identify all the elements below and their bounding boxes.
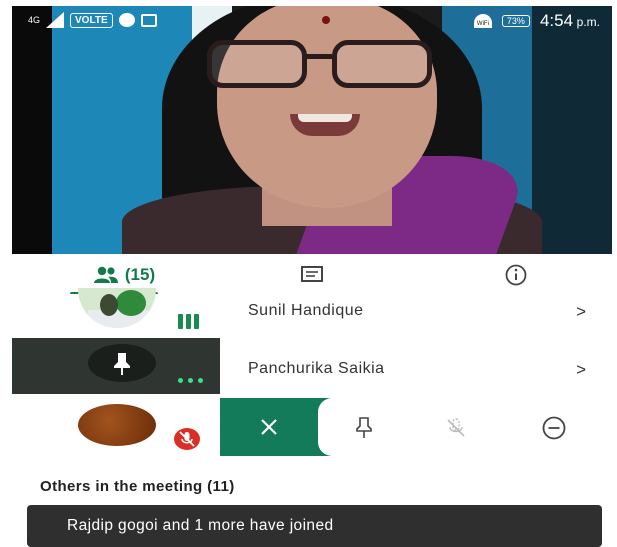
muted-icon xyxy=(174,428,200,450)
message-notification-icon xyxy=(118,13,135,27)
main-video[interactable] xyxy=(12,6,612,254)
remove-participant-button[interactable] xyxy=(540,414,568,442)
video-bg xyxy=(12,6,54,254)
clock-time: 4:54 xyxy=(539,11,574,30)
chat-icon xyxy=(301,266,323,282)
tab-info[interactable] xyxy=(496,262,536,288)
mute-button[interactable] xyxy=(442,414,470,442)
tab-chat[interactable] xyxy=(292,262,332,288)
participant-thumbnail xyxy=(12,398,220,456)
avatar-photo-part xyxy=(100,294,118,316)
others-heading: Others in the meeting (11) xyxy=(40,478,235,495)
close-icon xyxy=(261,419,277,435)
chevron-right-icon[interactable]: > xyxy=(576,302,586,322)
close-actions-button[interactable] xyxy=(220,398,318,456)
speaking-indicator-icon xyxy=(178,314,199,329)
clock: 4:54 p.m. xyxy=(540,11,600,31)
video-person-glasses-bridge xyxy=(302,54,332,59)
join-toast: Rajdip gogoi and 1 more have joined xyxy=(27,505,602,547)
video-person-teeth xyxy=(298,114,352,122)
signal-icon xyxy=(46,12,65,28)
battery-indicator: 73% xyxy=(501,15,530,27)
status-bar: 4G VOLTE WiFi 73% 4:54 p.m. xyxy=(12,6,612,36)
wifi-icon: WiFi xyxy=(473,14,492,28)
participant-thumbnail xyxy=(12,338,220,394)
status-left: 4G VOLTE xyxy=(28,12,157,28)
participant-row[interactable]: Panchurika Saikia > xyxy=(12,338,612,394)
video-bg xyxy=(532,6,612,254)
network-type: 4G xyxy=(28,14,41,25)
video-person-glasses xyxy=(332,40,432,88)
more-indicator-icon xyxy=(178,378,203,383)
people-count: (15) xyxy=(124,265,156,284)
participant-name: Panchurika Saikia xyxy=(248,360,385,377)
chevron-right-icon[interactable]: > xyxy=(576,360,586,380)
tab-people[interactable]: (15) xyxy=(74,262,174,288)
actions-panel xyxy=(318,398,612,456)
toast-message: Rajdip gogoi and 1 more have joined xyxy=(67,517,334,534)
clock-ampm: p.m. xyxy=(576,15,600,29)
participant-name: Sunil Handique xyxy=(248,302,364,319)
status-right: WiFi 73% 4:54 p.m. xyxy=(473,11,600,31)
participant-thumbnail xyxy=(12,288,220,334)
pin-icon xyxy=(356,417,372,438)
remove-icon xyxy=(542,416,566,440)
pin-icon xyxy=(114,353,130,375)
avatar xyxy=(78,288,156,328)
avatar xyxy=(78,404,156,446)
participant-row[interactable]: Sunil Handique > xyxy=(12,288,612,334)
image-notification-icon xyxy=(140,13,157,27)
volte-badge: VOLTE xyxy=(70,12,113,28)
avatar-photo-part xyxy=(116,290,146,316)
video-person-glasses xyxy=(207,40,307,88)
mute-icon xyxy=(447,418,465,437)
participant-actions xyxy=(220,398,612,456)
info-icon xyxy=(505,264,527,286)
people-icon xyxy=(93,266,118,283)
pin-button[interactable] xyxy=(350,414,378,442)
video-person-face xyxy=(217,6,437,208)
